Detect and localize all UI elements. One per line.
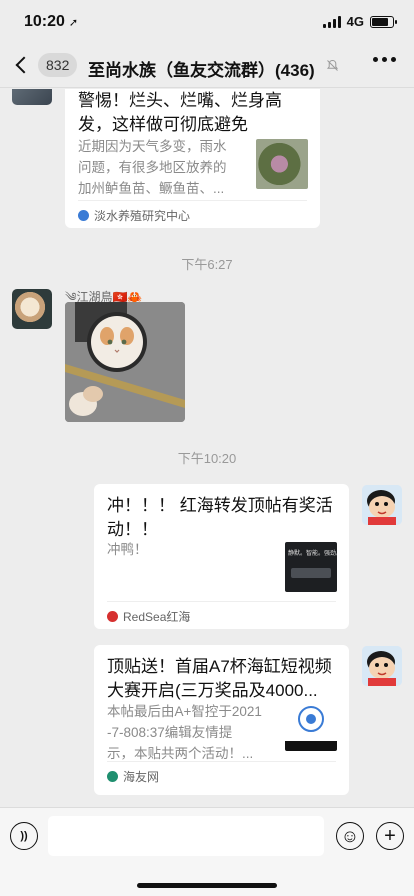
chat-header: 832 至尚水族（鱼友交流群）(436) bbox=[0, 44, 414, 88]
message-input[interactable] bbox=[48, 816, 324, 856]
more-functions-button[interactable]: + bbox=[376, 822, 404, 850]
network-label: 4G bbox=[346, 14, 364, 29]
link-card-message[interactable]: 冲！！！ 红海转发顶帖有奖活 动！！ 冲鸭！ 静默。智能。强劲。 RedSea红… bbox=[94, 484, 349, 629]
link-card-message[interactable]: 顶贴送！首届A7杯海缸短视频 大赛开启(三万奖品及4000... 本帖最后由A+… bbox=[94, 645, 349, 795]
sender-avatar[interactable] bbox=[12, 289, 52, 329]
card-description: 本帖最后由A+智控于2021 -7-808:37编辑友情提 示，本贴共两个活动！… bbox=[107, 704, 262, 761]
card-description: 冲鸭！ bbox=[107, 542, 148, 557]
card-title: 警惕！烂头、烂嘴、烂身高 发，这样做可彻底避免 bbox=[78, 91, 282, 134]
redsea-logo-icon bbox=[107, 611, 118, 622]
card-thumbnail bbox=[256, 139, 308, 189]
source-logo-icon bbox=[78, 210, 89, 221]
time-separator: 下午10:20 bbox=[177, 451, 237, 466]
back-button[interactable]: 832 bbox=[10, 53, 78, 77]
signal-icon bbox=[322, 15, 341, 28]
time-separator: 下午6:27 bbox=[181, 257, 233, 272]
chat-title: 至尚水族（鱼友交流群）(436) bbox=[88, 61, 315, 80]
cat-photo-image bbox=[65, 302, 185, 422]
cartoon-avatar-icon bbox=[362, 485, 402, 525]
card-thumbnail: 静默。智能。强劲。 bbox=[285, 542, 337, 592]
card-title: 顶贴送！首届A7杯海缸短视频 大赛开启(三万奖品及4000... bbox=[107, 657, 332, 700]
card-title: 冲！！！ 红海转发顶帖有奖活 动！！ bbox=[107, 496, 333, 539]
card-source: 海友网 bbox=[107, 768, 159, 785]
emoji-icon: ☺ bbox=[340, 825, 360, 846]
voice-icon: )) bbox=[20, 830, 28, 842]
status-bar: 10:20 ➚ 4G bbox=[0, 0, 414, 44]
status-time: 10:20 ➚ bbox=[24, 13, 78, 31]
image-message[interactable] bbox=[65, 302, 185, 422]
chevron-left-icon bbox=[15, 56, 33, 74]
card-thumbnail bbox=[285, 701, 337, 751]
emoji-button[interactable]: ☺ bbox=[336, 822, 364, 850]
cartoon-avatar-icon bbox=[362, 646, 402, 686]
link-card-message[interactable]: 警惕！烂头、烂嘴、烂身高 发，这样做可彻底避免 近期因为天气多变，雨水 问题，有… bbox=[65, 89, 320, 228]
plus-icon: + bbox=[384, 824, 396, 847]
card-source: 淡水养殖研究中心 bbox=[78, 207, 190, 224]
battery-icon bbox=[370, 15, 397, 28]
message-list[interactable]: 警惕！烂头、烂嘴、烂身高 发，这样做可彻底避免 近期因为天气多变，雨水 问题，有… bbox=[0, 89, 414, 807]
more-options-button[interactable] bbox=[373, 57, 396, 62]
location-arrow-icon: ➚ bbox=[68, 17, 79, 29]
my-avatar[interactable] bbox=[362, 646, 402, 686]
input-toolbar: )) ☺ + bbox=[0, 807, 414, 896]
home-indicator bbox=[137, 883, 277, 888]
voice-input-button[interactable]: )) bbox=[10, 822, 38, 850]
status-indicators: 4G bbox=[322, 14, 397, 29]
sender-avatar[interactable] bbox=[12, 89, 52, 105]
my-avatar[interactable] bbox=[362, 485, 402, 525]
unread-count-badge: 832 bbox=[38, 53, 78, 77]
mute-icon bbox=[326, 59, 339, 75]
card-source: RedSea红海 bbox=[107, 608, 190, 625]
card-description: 近期因为天气多变，雨水 问题，有很多地区放养的 加州鲈鱼苗、鳜鱼苗、... bbox=[78, 139, 227, 196]
haiyou-logo-icon bbox=[107, 771, 118, 782]
clock-text: 10:20 bbox=[24, 13, 65, 30]
